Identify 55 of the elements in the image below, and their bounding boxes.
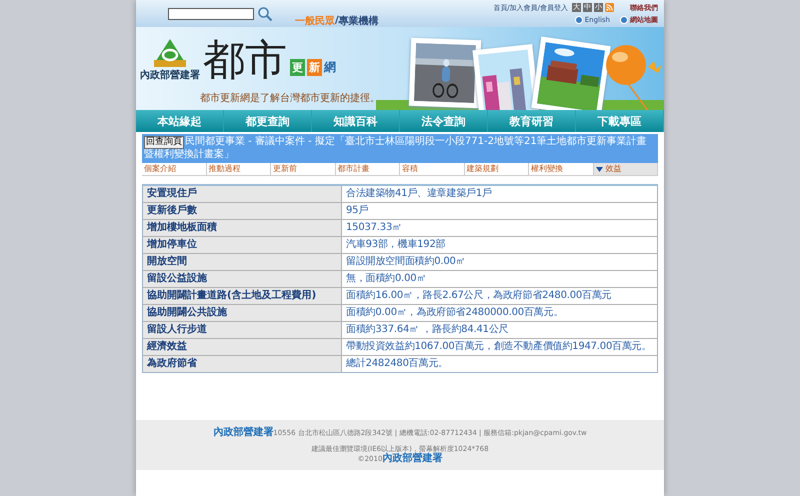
tab[interactable]: 效益 bbox=[594, 163, 658, 175]
row-label: 開放空間 bbox=[143, 254, 342, 270]
logo-character: 網 bbox=[324, 58, 336, 76]
nav-item[interactable]: 法令查詢 bbox=[400, 110, 488, 132]
row-label: 安置現住戶 bbox=[143, 186, 342, 202]
table-cell-text: 帶動投資效益約1067.00百萬元，創造不動產價值約1947.00百萬元。 bbox=[345, 340, 652, 354]
case-title: 回查詢頁 民間都更事業 - 審議中案件 - 擬定「臺北市士林區陽明段一小段771-2地號等21筆土地都市更新事業計畫暨權利變換計畫案」 bbox=[144, 136, 648, 161]
table-cell-text: 15037.33㎡ bbox=[345, 221, 403, 235]
slogan: 都市更新網是了解台灣都市更新的捷徑。 bbox=[200, 92, 381, 105]
nav-item[interactable]: 教育研習 bbox=[488, 110, 576, 132]
table-cell-text: 面積約0.00㎡，為政府節省2480000.00百萬元。 bbox=[345, 306, 564, 320]
row-label: 經濟效益 bbox=[143, 339, 342, 355]
row-label: 留設公益設施 bbox=[143, 271, 342, 287]
tab[interactable]: 個案介紹 bbox=[142, 163, 206, 175]
row-label: 協助開闢公共設施 bbox=[143, 305, 342, 321]
table-cell-text: 面積約337.64㎡ ，路長約84.41公尺 bbox=[345, 322, 510, 337]
separator: / bbox=[335, 15, 339, 26]
nav-item[interactable]: 本站緣起 bbox=[136, 110, 224, 132]
tab[interactable]: 都市計畫 bbox=[336, 163, 400, 175]
table-cell-text: 汽車93部，機車192部 bbox=[345, 238, 446, 252]
caret-icon bbox=[596, 166, 602, 172]
row-label: 為政府節省 bbox=[143, 356, 342, 372]
bullet-icon bbox=[574, 16, 583, 24]
tab[interactable]: 推動過程 bbox=[206, 163, 271, 175]
tab[interactable]: 容積 bbox=[400, 163, 464, 175]
bullet-icon bbox=[620, 16, 628, 24]
agency-emblem-icon bbox=[153, 38, 187, 68]
table-cell-text: 合法建築物41戶、違章建築戶1戶 bbox=[345, 186, 493, 201]
footer-link[interactable]: 內政部營建署 bbox=[382, 454, 442, 464]
row-label: 留設人行步道 bbox=[143, 322, 342, 338]
table-cell-text: 95戶 bbox=[345, 204, 370, 218]
tab[interactable]: 建築規劃 bbox=[464, 163, 529, 175]
nav-item[interactable]: 下載專區 bbox=[576, 110, 664, 132]
logo-character: 更 bbox=[290, 58, 305, 76]
table-cell-text: 留設開放空間面積約0.00㎡ bbox=[345, 254, 466, 269]
site-logo-title: 都市 bbox=[203, 34, 287, 86]
agency-name: 內政部營建署 bbox=[140, 68, 200, 82]
table-cell-text: 總計2482480百萬元。 bbox=[345, 356, 449, 371]
table-cell-text: 面積約16.00㎡，路長2.67公尺，為政府節省2480.00百萬元 bbox=[345, 288, 612, 303]
back-button[interactable]: 回查詢頁 bbox=[144, 136, 184, 149]
rss-icon[interactable] bbox=[605, 3, 614, 12]
row-label: 增加停車位 bbox=[143, 237, 342, 253]
logo-character: 新 bbox=[307, 58, 322, 76]
audience-tab[interactable]: 專業機構 bbox=[338, 14, 379, 28]
nav-item[interactable]: 都更查詢 bbox=[224, 110, 312, 132]
nav-item[interactable]: 知識百科 bbox=[312, 110, 400, 132]
balloon-drawing bbox=[604, 43, 662, 110]
row-label: 協助開闢計畫道路(含土地及工程費用) bbox=[143, 288, 342, 304]
table-cell-text: 無，面積約0.00㎡ bbox=[345, 272, 428, 286]
row-label: 增加樓地板面積 bbox=[143, 220, 342, 236]
search-field[interactable] bbox=[168, 8, 254, 20]
search-icon[interactable] bbox=[257, 6, 273, 22]
row-label: 更新後戶數 bbox=[143, 203, 342, 219]
tab[interactable]: 更新前 bbox=[271, 163, 336, 175]
footer-link[interactable]: 內政部營建署 bbox=[213, 428, 274, 438]
